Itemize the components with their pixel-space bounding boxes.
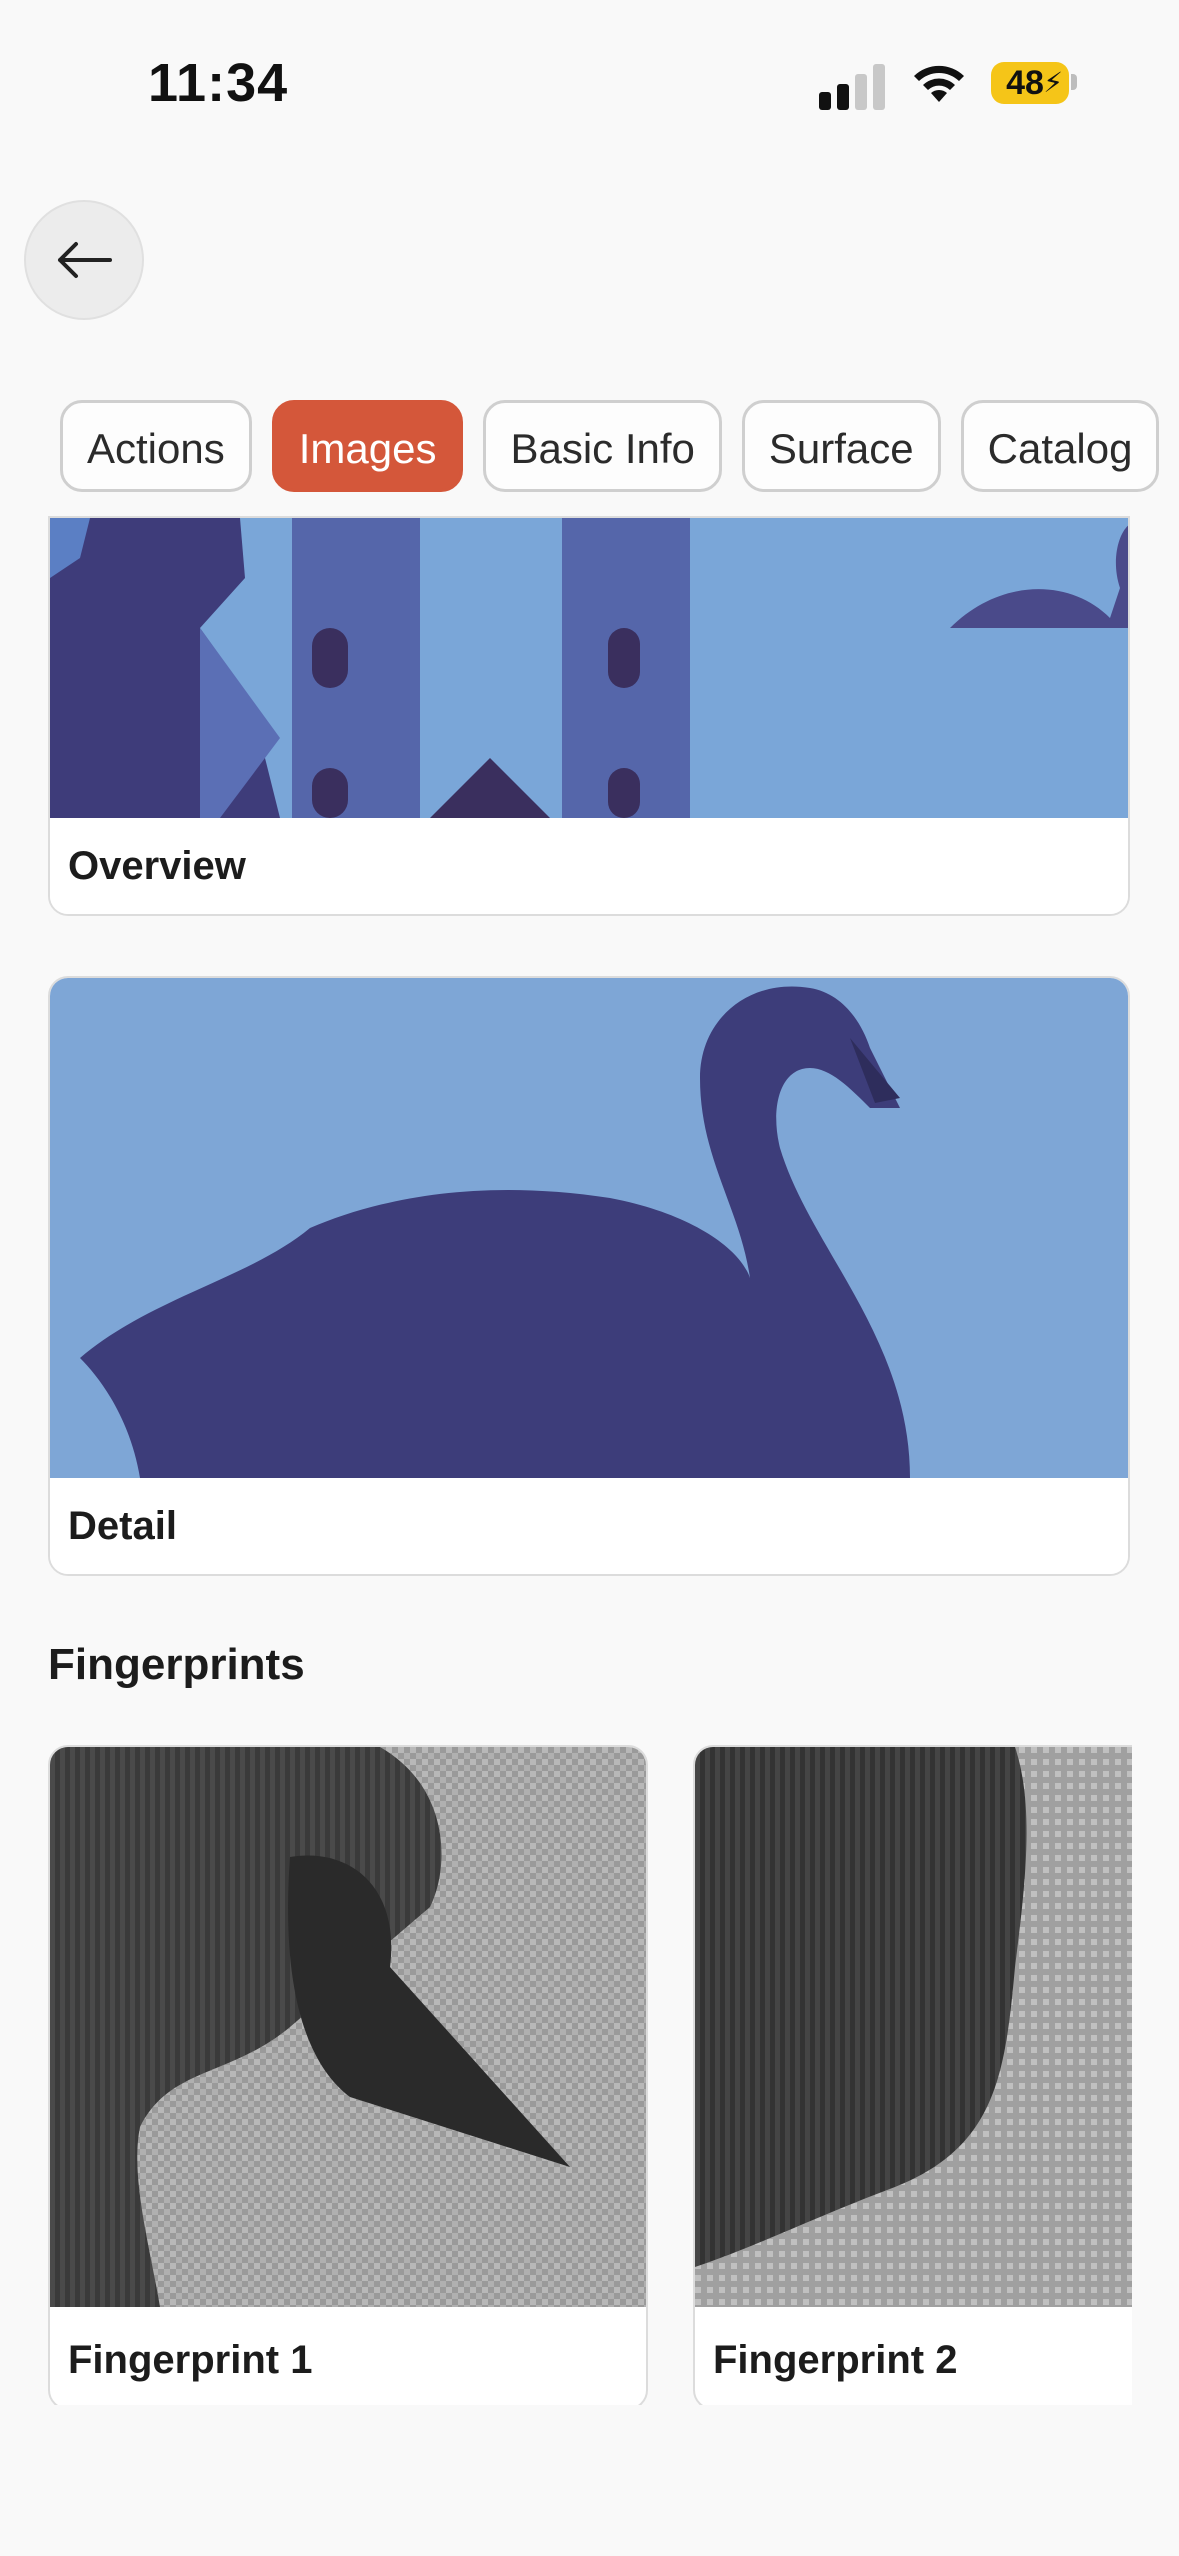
tab-images[interactable]: Images: [271, 400, 464, 492]
back-button[interactable]: [24, 200, 144, 320]
tab-basic-info[interactable]: Basic Info: [483, 400, 722, 492]
status-time: 11:34: [148, 53, 289, 113]
tab-actions[interactable]: Actions: [60, 400, 252, 492]
fingerprints-title: Fingerprints: [48, 1640, 305, 1689]
cellular-signal-icon: [819, 64, 885, 110]
overview-image: [50, 518, 1128, 818]
fingerprint-image-1: [50, 1747, 646, 2307]
fingerprints-carousel[interactable]: Fingerprint 1 Fingerprint 2: [48, 1745, 1132, 2405]
fingerprint-caption-1: Fingerprint 1: [68, 2338, 313, 2382]
overview-caption: Overview: [50, 818, 1128, 914]
fingerprint-card-1[interactable]: Fingerprint 1: [48, 1745, 648, 2405]
wifi-icon: [914, 65, 964, 102]
tab-surface[interactable]: Surface: [741, 400, 941, 492]
charging-bolt-icon: ⚡: [1043, 67, 1063, 98]
fingerprint-image-2: [695, 1747, 1132, 2307]
detail-caption: Detail: [50, 1478, 1128, 1574]
fingerprint-caption-2: Fingerprint 2: [713, 2338, 958, 2382]
tab-bar: Actions Images Basic Info Surface Catalog: [60, 400, 1179, 496]
fingerprint-card-2[interactable]: Fingerprint 2: [693, 1745, 1132, 2405]
status-icons: 48 ⚡: [819, 60, 1079, 110]
battery-level: 48: [1006, 64, 1044, 102]
overview-image-card[interactable]: Overview: [48, 516, 1130, 916]
battery-cap: [1071, 74, 1077, 90]
detail-image: [50, 978, 1128, 1478]
detail-image-card[interactable]: Detail: [48, 976, 1130, 1576]
arrow-left-icon: [58, 242, 112, 278]
battery-icon: 48 ⚡: [991, 62, 1069, 104]
tab-catalog[interactable]: Catalog: [960, 400, 1160, 492]
